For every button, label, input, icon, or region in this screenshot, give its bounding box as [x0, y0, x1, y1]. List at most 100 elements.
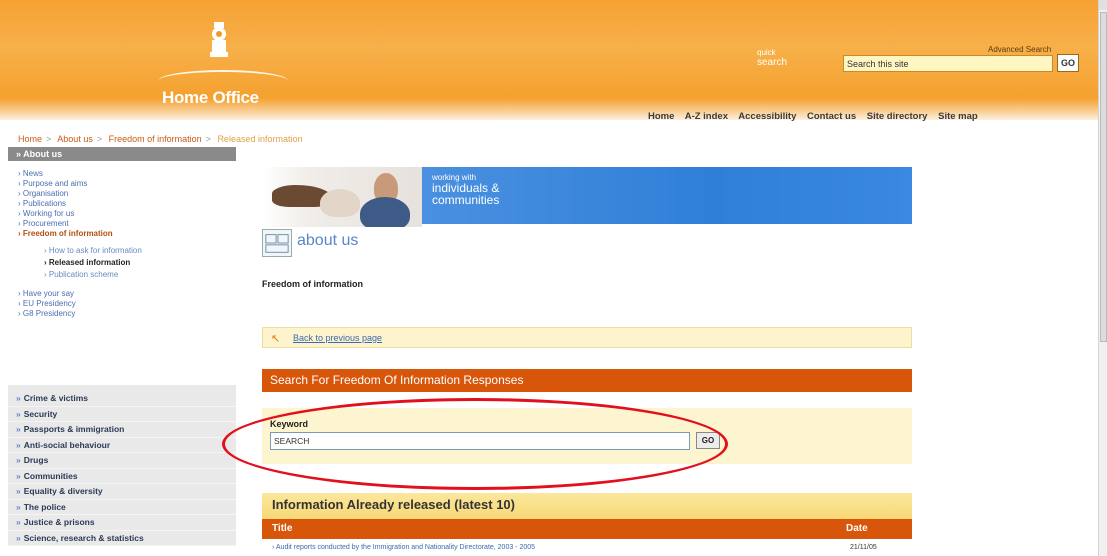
sidebar-item-g8-presidency[interactable]: › G8 Presidency: [18, 309, 236, 319]
sidebar-item-news[interactable]: › News: [18, 169, 236, 179]
sidebar-item-organisation[interactable]: › Organisation: [18, 189, 236, 199]
category-label: Equality & diversity: [23, 486, 103, 496]
home-office-logo[interactable]: Home Office: [162, 88, 259, 108]
category-label: Science, research & statistics: [23, 532, 144, 543]
vertical-scrollbar[interactable]: [1098, 0, 1107, 556]
person-shape: [360, 197, 410, 227]
quick-search-big: search: [757, 57, 788, 68]
category-communities[interactable]: » Communities: [8, 469, 236, 484]
sidebar-item-foi[interactable]: › Freedom of information: [18, 229, 236, 239]
sidebar-item-procurement[interactable]: › Procurement: [18, 219, 236, 229]
category-science[interactable]: » Science, research & statistics: [8, 531, 236, 546]
sidebar-item-eu-presidency[interactable]: › EU Presidency: [18, 299, 236, 309]
chevron-right-icon: »: [16, 408, 21, 419]
sidebar-sub-released[interactable]: › Released information: [18, 257, 236, 269]
about-us-icon: [262, 229, 292, 257]
sidebar-item-purpose[interactable]: › Purpose and aims: [18, 179, 236, 189]
site-header: Home Office Advanced Search quick search…: [0, 0, 1098, 122]
sidebar-links: › News › Purpose and aims › Organisation…: [8, 161, 236, 281]
category-passports[interactable]: » Passports & immigration: [8, 422, 236, 438]
nav-home[interactable]: Home: [648, 111, 674, 122]
banner-photo: [262, 167, 422, 227]
banner-line-2: individuals &: [432, 181, 500, 195]
sidebar-item-label: News: [22, 169, 43, 178]
category-drugs[interactable]: » Drugs: [8, 453, 236, 469]
chevron-right-icon: »: [16, 439, 21, 450]
breadcrumb-separator: >: [205, 134, 211, 144]
sidebar-item-label: Working for us: [22, 209, 75, 218]
category-label: Passports & immigration: [23, 424, 125, 434]
sidebar-item-label: G8 Presidency: [22, 309, 76, 318]
breadcrumb-separator: >: [96, 134, 103, 144]
chevron-right-icon: »: [16, 470, 21, 481]
column-header-date: Date: [846, 523, 868, 534]
left-sidebar: » About us › News › Purpose and aims › O…: [8, 147, 236, 556]
back-arrow-icon: ↖: [271, 333, 281, 345]
nav-a-z-index[interactable]: A-Z index: [685, 111, 728, 122]
sidebar-item-have-your-say[interactable]: › Have your say: [18, 289, 236, 299]
nav-site-directory[interactable]: Site directory: [867, 111, 928, 122]
scroll-up-arrow-icon[interactable]: [1099, 0, 1107, 10]
breadcrumb-about-us[interactable]: About us: [57, 134, 93, 144]
category-security[interactable]: » Security: [8, 407, 236, 422]
advanced-search-link[interactable]: Advanced Search: [988, 45, 1051, 54]
sidebar-item-label: Procurement: [22, 219, 69, 228]
sidebar-sub-publication-scheme[interactable]: › Publication scheme: [18, 269, 236, 281]
nav-accessibility[interactable]: Accessibility: [738, 111, 796, 122]
category-label: Anti-social behaviour: [23, 439, 111, 450]
chevron-right-icon: »: [16, 455, 21, 465]
section-title: about us: [297, 232, 359, 249]
sidebar-item-working[interactable]: › Working for us: [18, 209, 236, 219]
sidebar-item-label: Purpose and aims: [22, 179, 88, 188]
banner-line-3: communities: [432, 193, 500, 207]
category-label: Drugs: [23, 455, 49, 465]
category-label: Crime & victims: [23, 393, 88, 403]
chevron-right-icon: »: [16, 517, 21, 527]
chevron-right-icon: »: [16, 532, 21, 543]
site-search-go-button[interactable]: GO: [1057, 54, 1079, 72]
category-crime[interactable]: » Crime & victims: [8, 391, 236, 407]
category-police[interactable]: » The police: [8, 500, 236, 515]
back-link-box: ↖ Back to previous page: [262, 327, 912, 348]
page-heading: Freedom of information: [262, 279, 363, 289]
category-justice[interactable]: » Justice & prisons: [8, 515, 236, 531]
breadcrumb-home[interactable]: Home: [18, 134, 42, 144]
sidebar-sub-how-to-ask[interactable]: › How to ask for information: [18, 245, 236, 257]
sidebar-sub-label: Released information: [48, 258, 131, 267]
annotation-ellipse: [222, 398, 728, 490]
sidebar-sub-label: Publication scheme: [48, 270, 119, 279]
category-label: The police: [23, 501, 66, 512]
category-label: Communities: [23, 470, 78, 481]
released-info-heading: Information Already released (latest 10): [262, 493, 912, 519]
category-label: Security: [23, 408, 58, 419]
sidebar-item-label: Organisation: [22, 189, 69, 198]
nav-contact-us[interactable]: Contact us: [807, 111, 856, 122]
back-to-previous-link[interactable]: Back to previous page: [293, 333, 382, 343]
banner-text: working with individuals & communities: [422, 167, 912, 224]
category-label: Justice & prisons: [23, 517, 95, 527]
breadcrumb-foi[interactable]: Freedom of information: [109, 134, 202, 144]
chevron-right-icon: »: [16, 486, 21, 496]
sidebar-item-publications[interactable]: › Publications: [18, 199, 236, 209]
chevron-right-icon: »: [16, 393, 21, 403]
category-equality[interactable]: » Equality & diversity: [8, 484, 236, 500]
site-search-input[interactable]: [843, 55, 1053, 72]
chevron-right-icon: »: [16, 501, 21, 512]
column-header-title: Title: [272, 523, 293, 534]
category-antisocial[interactable]: » Anti-social behaviour: [8, 438, 236, 453]
sidebar-heading: » About us: [8, 147, 236, 161]
foi-search-header: Search For Freedom Of Information Respon…: [262, 369, 912, 392]
nav-site-map[interactable]: Site map: [938, 111, 978, 122]
sidebar-item-label: Freedom of information: [22, 229, 113, 238]
sidebar-categories: » Crime & victims » Security » Passports & …: [8, 385, 236, 546]
quick-search-label: quick search: [757, 48, 787, 68]
breadcrumb: Home > About us > Freedom of information > …: [0, 131, 1098, 147]
sidebar-links-2: › Have your say › EU Presidency › G8 Pre…: [8, 281, 236, 319]
scrollbar-thumb[interactable]: [1100, 12, 1107, 342]
row-title-link[interactable]: › Audit reports conducted by the Immigra…: [272, 544, 535, 551]
sidebar-sub-label: How to ask for information: [48, 246, 142, 255]
breadcrumb-separator: >: [46, 134, 52, 144]
person-shape: [320, 189, 360, 217]
chevron-right-icon: »: [16, 424, 21, 434]
sidebar-item-label: Publications: [22, 199, 67, 208]
